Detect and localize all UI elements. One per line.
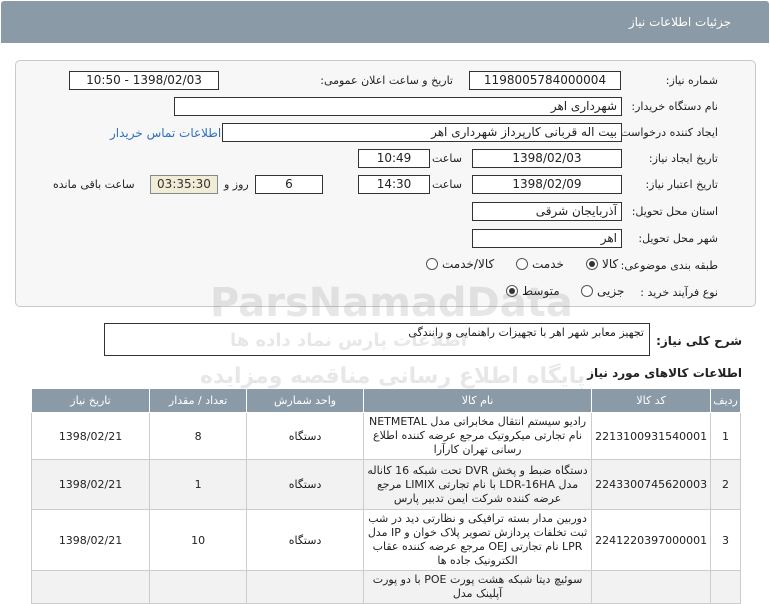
valid-date-field: 1398/02/09	[472, 175, 622, 194]
radio-label: متوسط	[522, 284, 560, 298]
need-number-label: شماره نیاز:	[665, 74, 718, 87]
created-time-field: 10:49	[358, 149, 430, 168]
cell-date: 1398/02/21	[30, 509, 151, 571]
created-time-label: ساعت	[432, 152, 462, 165]
col-qty: تعداد / مقدار	[149, 388, 248, 413]
remaining-time-field: 03:35:30	[150, 175, 218, 194]
cell-code: 2243300745620003	[591, 459, 712, 510]
days-label: روز و	[224, 178, 249, 191]
announce-label: تاریخ و ساعت اعلان عمومی:	[320, 74, 453, 87]
col-code: کد کالا	[591, 388, 712, 413]
radio-icon	[426, 258, 438, 270]
cell-qty	[149, 570, 248, 604]
cell-code: 2241220397000001	[591, 509, 712, 571]
cell-code: 2213100931540001	[591, 412, 712, 460]
buyer-label: نام دستگاه خریدار:	[631, 100, 718, 113]
cell-qty: 10	[149, 509, 248, 571]
valid-time-label: ساعت	[432, 178, 462, 191]
province-field: آذربایجان شرقی	[472, 202, 622, 221]
cell-code	[591, 570, 712, 604]
radio-selected-icon	[586, 258, 598, 270]
created-date-field: 1398/02/03	[472, 149, 622, 168]
buyer-field: شهرداری اهر	[174, 97, 622, 116]
cell-qty: 1	[149, 459, 248, 510]
table-header-row: ردیف کد کالا نام کالا واحد شمارش تعداد /…	[30, 388, 741, 413]
creator-label: ایجاد کننده درخواست:	[616, 126, 718, 139]
cell-unit: دستگاه	[246, 459, 364, 510]
col-name: نام کالا	[362, 388, 593, 413]
need-number-field: 1198005784000004	[469, 71, 621, 90]
description-field: تجهیز معابر شهر اهر با تجهیزات راهنمایی …	[104, 323, 650, 356]
cell-unit	[246, 570, 364, 604]
cell-unit: دستگاه	[246, 412, 364, 460]
valid-time-field: 14:30	[358, 175, 430, 194]
valid-date-label: تاریخ اعتبار نیاز:	[645, 178, 718, 191]
cell-date: 1398/02/21	[30, 412, 151, 460]
description-label: شرح کلی نیاز:	[656, 334, 742, 348]
table-row: 2 2243300745620003 دستگاه ضبط و پخش DVR …	[30, 459, 741, 510]
radio-label: خدمت	[532, 257, 564, 271]
process-radio-medium[interactable]: متوسط	[506, 284, 560, 298]
cell-date	[30, 570, 151, 604]
remaining-label: ساعت باقی مانده	[53, 178, 135, 191]
cell-name: دستگاه ضبط و پخش DVR تحت شبکه 16 کاناله …	[362, 459, 593, 510]
process-label: نوع فرآیند خرید :	[640, 286, 718, 299]
col-date: تاریخ نیاز	[30, 388, 151, 413]
cell-name: رادیو سیستم انتقال مخابراتی مدل NETMETAL…	[362, 412, 593, 460]
goods-section-title: اطلاعات کالاهای مورد نیاز	[587, 366, 742, 380]
province-label: استان محل تحویل:	[631, 205, 718, 218]
created-date-label: تاریخ ایجاد نیاز:	[648, 152, 718, 165]
cell-row: 2	[710, 459, 741, 510]
radio-icon	[581, 285, 593, 297]
radio-label: کالا	[602, 257, 619, 271]
cell-name: دوربین مدار بسته ترافیکی و نظارتی دید در…	[362, 509, 593, 571]
page-header: جزئیات اطلاعات نیاز	[1, 1, 769, 43]
radio-icon	[516, 258, 528, 270]
days-field: 6	[255, 175, 323, 194]
radio-selected-icon	[506, 285, 518, 297]
radio-label: کالا/خدمت	[442, 257, 495, 271]
table-row: 3 2241220397000001 دوربین مدار بسته تراف…	[30, 509, 741, 571]
col-unit: واحد شمارش	[246, 388, 364, 413]
page-title: جزئیات اطلاعات نیاز	[628, 15, 731, 29]
city-label: شهر محل تحویل:	[638, 232, 718, 245]
creator-field: بیت اله قربانی کارپرداز شهرداری اهر	[222, 123, 622, 142]
cell-row	[710, 570, 741, 604]
announce-field: 1398/02/03 - 10:50	[69, 71, 219, 90]
goods-table: ردیف کد کالا نام کالا واحد شمارش تعداد /…	[30, 388, 741, 604]
cell-unit: دستگاه	[246, 509, 364, 571]
category-label: طبقه بندی موضوعی:	[620, 259, 718, 272]
cell-name: سوئیچ دیتا شبکه هشت پورت POE با دو پورت …	[362, 570, 593, 604]
process-radio-minor[interactable]: جزیی	[581, 284, 624, 298]
cell-row: 1	[710, 412, 741, 460]
category-radio-both[interactable]: کالا/خدمت	[426, 257, 494, 271]
cell-row: 3	[710, 509, 741, 571]
table-row: سوئیچ دیتا شبکه هشت پورت POE با دو پورت …	[30, 570, 741, 604]
watermark-line1: پایگاه اطلاع رسانی مناقصه ومزایده	[200, 364, 586, 389]
cell-date: 1398/02/21	[30, 459, 151, 510]
category-radio-goods[interactable]: کالا	[586, 257, 618, 271]
category-radio-service[interactable]: خدمت	[516, 257, 564, 271]
table-row: 1 2213100931540001 رادیو سیستم انتقال مخ…	[30, 412, 741, 460]
radio-label: جزیی	[597, 284, 625, 298]
buyer-contact-link[interactable]: اطلاعات تماس خریدار	[110, 126, 221, 140]
cell-qty: 8	[149, 412, 248, 460]
col-row: ردیف	[710, 388, 741, 413]
city-field: اهر	[472, 229, 622, 248]
